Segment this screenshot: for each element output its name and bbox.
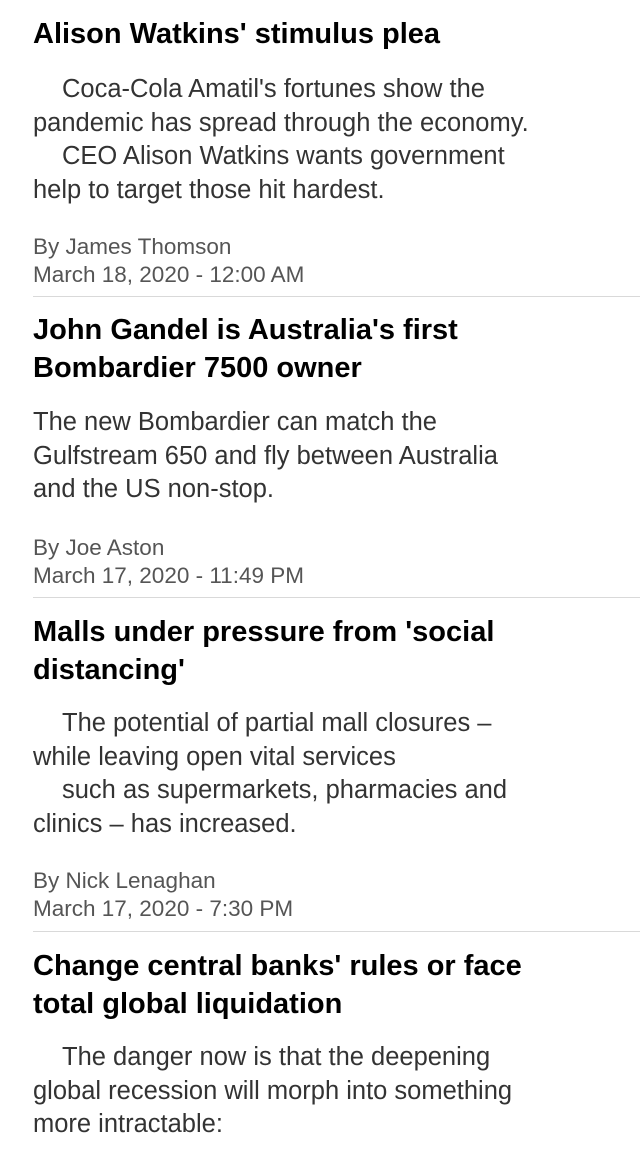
summary-line: and the US non-stop.	[33, 475, 274, 503]
summary-line: while leaving open vital services	[33, 742, 396, 771]
article-summary: The new Bombardier can match the Gulfstr…	[33, 406, 640, 507]
article-card[interactable]: Change central banks' rules or face tota…	[0, 932, 640, 1152]
headline-line: Malls under pressure from 'social	[33, 616, 495, 648]
summary-line: such as supermarkets, pharmacies and	[62, 776, 508, 804]
article-byline: By James Thomson	[33, 234, 232, 259]
summary-line: Gulfstream 650 and fly between Australia	[33, 441, 498, 470]
headline-line: Change central banks' rules or face	[33, 950, 522, 982]
article-date: March 18, 2020 - 12:00 AM	[33, 262, 305, 287]
summary-line: CEO Alison Watkins wants government	[62, 142, 505, 170]
headline-line: Alison Watkins' stimulus plea	[33, 18, 441, 50]
article-headline[interactable]: John Gandel is Australia's first Bombard…	[33, 311, 640, 387]
summary-line: more intractable:	[33, 1110, 223, 1138]
summary-line: clinics – has increased.	[33, 809, 297, 838]
article-date: March 17, 2020 - 11:49 PM	[33, 562, 304, 588]
article-card[interactable]: Alison Watkins' stimulus plea Coca-Cola …	[0, 0, 640, 296]
article-card[interactable]: John Gandel is Australia's first Bombard…	[0, 297, 640, 597]
article-feed: Alison Watkins' stimulus plea Coca-Cola …	[0, 0, 640, 1152]
article-headline[interactable]: Change central banks' rules or face tota…	[33, 947, 640, 1023]
article-byline: By Nick Lenaghan	[33, 868, 216, 893]
headline-line: John Gandel is Australia's first	[33, 314, 458, 346]
headline-line: total global liquidation	[33, 988, 343, 1020]
article-date: March 17, 2020 - 7:30 PM	[33, 896, 294, 921]
summary-line: The danger now is that the deepening	[62, 1043, 491, 1071]
headline-line: distancing'	[33, 654, 185, 686]
summary-line: pandemic has spread through the economy.	[33, 108, 529, 137]
article-summary: The danger now is that the deepening glo…	[33, 1041, 640, 1142]
summary-line: Coca-Cola Amatil's fortunes show the	[62, 75, 485, 103]
summary-line: The new Bombardier can match the	[33, 408, 437, 436]
article-headline[interactable]: Malls under pressure from 'social distan…	[33, 613, 640, 689]
article-summary: Coca-Cola Amatil's fortunes show the pan…	[33, 73, 640, 207]
summary-line: global recession will morph into somethi…	[33, 1076, 513, 1105]
summary-line: help to target those hit hardest.	[33, 175, 385, 204]
article-byline: By Joe Aston	[33, 534, 165, 560]
article-summary: The potential of partial mall closures –…	[33, 707, 640, 841]
headline-line: Bombardier 7500 owner	[33, 352, 362, 384]
article-headline[interactable]: Alison Watkins' stimulus plea	[33, 15, 640, 53]
article-card[interactable]: Malls under pressure from 'social distan…	[0, 598, 640, 931]
summary-line: The potential of partial mall closures –	[62, 709, 492, 737]
